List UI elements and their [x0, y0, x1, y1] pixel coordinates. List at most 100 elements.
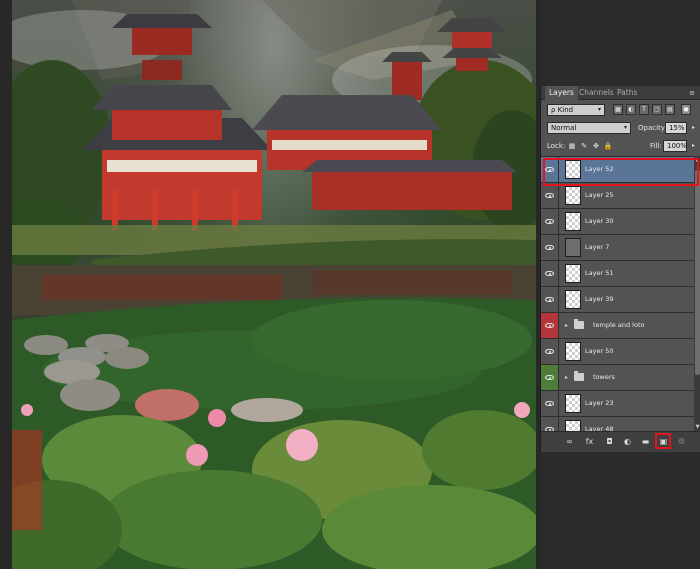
lock-all-icon[interactable]: 🔒 [603, 141, 613, 151]
tab-channels[interactable]: Channels [575, 86, 618, 100]
eye-icon [545, 219, 554, 224]
visibility-toggle[interactable] [541, 235, 559, 260]
eye-icon [545, 375, 554, 380]
filter-row: ρ Kind ▾ ▦ ◐ T ▢ ▤ ● [547, 104, 697, 117]
scroll-down-icon[interactable]: ▼ [694, 424, 700, 430]
visibility-toggle[interactable] [541, 365, 559, 390]
visibility-toggle[interactable] [541, 339, 559, 364]
folder-icon [574, 371, 584, 381]
layer-name[interactable]: Layer 48 [585, 417, 613, 431]
type-filter-icon[interactable]: T [639, 104, 649, 115]
layers-panel-footer: ∞ fx ◘ ◐ ▬ ▣ ♲ [541, 431, 700, 452]
fill-input[interactable]: 100% ▸ [663, 140, 695, 152]
layer-name[interactable]: towers [593, 365, 615, 390]
layer-thumbnail [565, 264, 581, 283]
blend-mode-value: Normal [551, 124, 577, 132]
blend-row: Normal ▾ Opacity: 15% ▸ [547, 122, 697, 135]
opacity-value: 15% [669, 124, 685, 132]
lock-position-icon[interactable]: ✥ [591, 141, 601, 151]
adjustment-layer-icon[interactable]: ◐ [621, 436, 634, 448]
layer-list-scrollbar[interactable]: ▲ ▼ [694, 156, 700, 431]
layer-thumbnail [565, 238, 581, 257]
expand-group-icon[interactable]: ▸ [565, 374, 568, 381]
selected-layer-highlight [543, 158, 699, 186]
layer-name[interactable]: Layer 30 [585, 209, 613, 234]
layer-thumbnail [565, 212, 581, 231]
layer-row[interactable]: Layer 39 [541, 287, 694, 313]
kind-filter-select[interactable]: ρ Kind ▾ [547, 104, 605, 116]
link-layers-icon[interactable]: ∞ [563, 436, 576, 448]
layer-name[interactable]: Layer 23 [585, 391, 613, 416]
layer-thumbnail [565, 290, 581, 309]
layer-row[interactable]: Layer 30 [541, 209, 694, 235]
filter-toggle-icon[interactable]: ● [681, 104, 691, 115]
layer-row[interactable]: Layer 23 [541, 391, 694, 417]
visibility-toggle[interactable] [541, 183, 559, 208]
layer-name[interactable]: Layer 51 [585, 261, 613, 286]
tab-paths[interactable]: Paths [613, 86, 641, 100]
visibility-toggle[interactable] [541, 391, 559, 416]
visibility-toggle[interactable] [541, 417, 559, 431]
temple-scene-illustration [12, 0, 536, 569]
new-group-icon[interactable]: ▬ [639, 436, 652, 448]
tab-layers[interactable]: Layers [545, 86, 578, 100]
layer-name[interactable]: temple and loto [593, 313, 644, 338]
layer-name[interactable]: Layer 7 [585, 235, 609, 260]
pixel-filter-icon[interactable]: ▦ [613, 104, 623, 115]
layer-row[interactable]: Layer 51 [541, 261, 694, 287]
layer-group-row[interactable]: ▸ temple and loto [541, 313, 694, 339]
layer-row[interactable]: Layer 50 [541, 339, 694, 365]
shape-filter-icon[interactable]: ▢ [652, 104, 662, 115]
layer-name[interactable]: Layer 39 [585, 287, 613, 312]
layer-thumbnail [565, 186, 581, 205]
delete-layer-icon[interactable]: ♲ [675, 436, 688, 448]
add-mask-icon[interactable]: ◘ [603, 436, 616, 448]
eye-icon [545, 401, 554, 406]
lock-label: Lock: [547, 142, 566, 150]
layer-thumbnail [565, 420, 581, 431]
fill-dropdown-icon[interactable]: ▸ [692, 141, 695, 151]
eye-icon [545, 245, 554, 250]
document-canvas[interactable] [0, 0, 540, 569]
chevron-down-icon: ▾ [597, 106, 601, 113]
eye-icon [545, 271, 554, 276]
layer-group-row[interactable]: ▸ towers [541, 365, 694, 391]
scrollbar-thumb[interactable] [695, 170, 700, 375]
fx-icon[interactable]: fx [583, 436, 596, 448]
folder-icon [574, 319, 584, 329]
lock-image-pixels-icon[interactable]: ✎ [579, 141, 589, 151]
chevron-down-icon: ▾ [623, 124, 627, 131]
panel-tab-bar: Layers Channels Paths ≡ [541, 86, 700, 100]
layer-name[interactable]: Layer 50 [585, 339, 613, 364]
layer-thumbnail [565, 342, 581, 361]
eye-icon [545, 193, 554, 198]
layers-panel: Layers Channels Paths ≡ ρ Kind ▾ ▦ ◐ T ▢… [540, 86, 700, 452]
fill-value: 100% [667, 142, 688, 150]
layer-row[interactable]: Layer 25 [541, 183, 694, 209]
kind-filter-label: ρ Kind [551, 106, 574, 114]
visibility-toggle[interactable] [541, 209, 559, 234]
expand-group-icon[interactable]: ▸ [565, 322, 568, 329]
eye-icon [545, 297, 554, 302]
visibility-toggle[interactable] [541, 313, 559, 338]
smart-object-filter-icon[interactable]: ▤ [665, 104, 675, 115]
layer-row[interactable]: Layer 7 [541, 235, 694, 261]
opacity-label: Opacity: [638, 124, 667, 132]
adjustment-filter-icon[interactable]: ◐ [626, 104, 636, 115]
layer-list: Layer 52 Layer 25 Layer 30 Layer 7 Layer 51 L… [541, 156, 694, 431]
layer-thumbnail [565, 394, 581, 413]
new-layer-button-highlight [655, 433, 671, 449]
panel-menu-icon[interactable]: ≡ [689, 89, 695, 97]
eye-icon [545, 349, 554, 354]
lock-row: Lock: ▦ ✎ ✥ 🔒 Fill: 100% ▸ [547, 140, 697, 153]
opacity-dropdown-icon[interactable]: ▸ [692, 123, 695, 133]
artwork-image [12, 0, 536, 569]
blend-mode-select[interactable]: Normal ▾ [547, 122, 631, 134]
lock-transparent-pixels-icon[interactable]: ▦ [567, 141, 577, 151]
visibility-toggle[interactable] [541, 287, 559, 312]
layer-row[interactable]: Layer 48 [541, 417, 694, 431]
visibility-toggle[interactable] [541, 261, 559, 286]
opacity-input[interactable]: 15% ▸ [665, 122, 695, 134]
eye-icon [545, 323, 554, 328]
layer-name[interactable]: Layer 25 [585, 183, 613, 208]
